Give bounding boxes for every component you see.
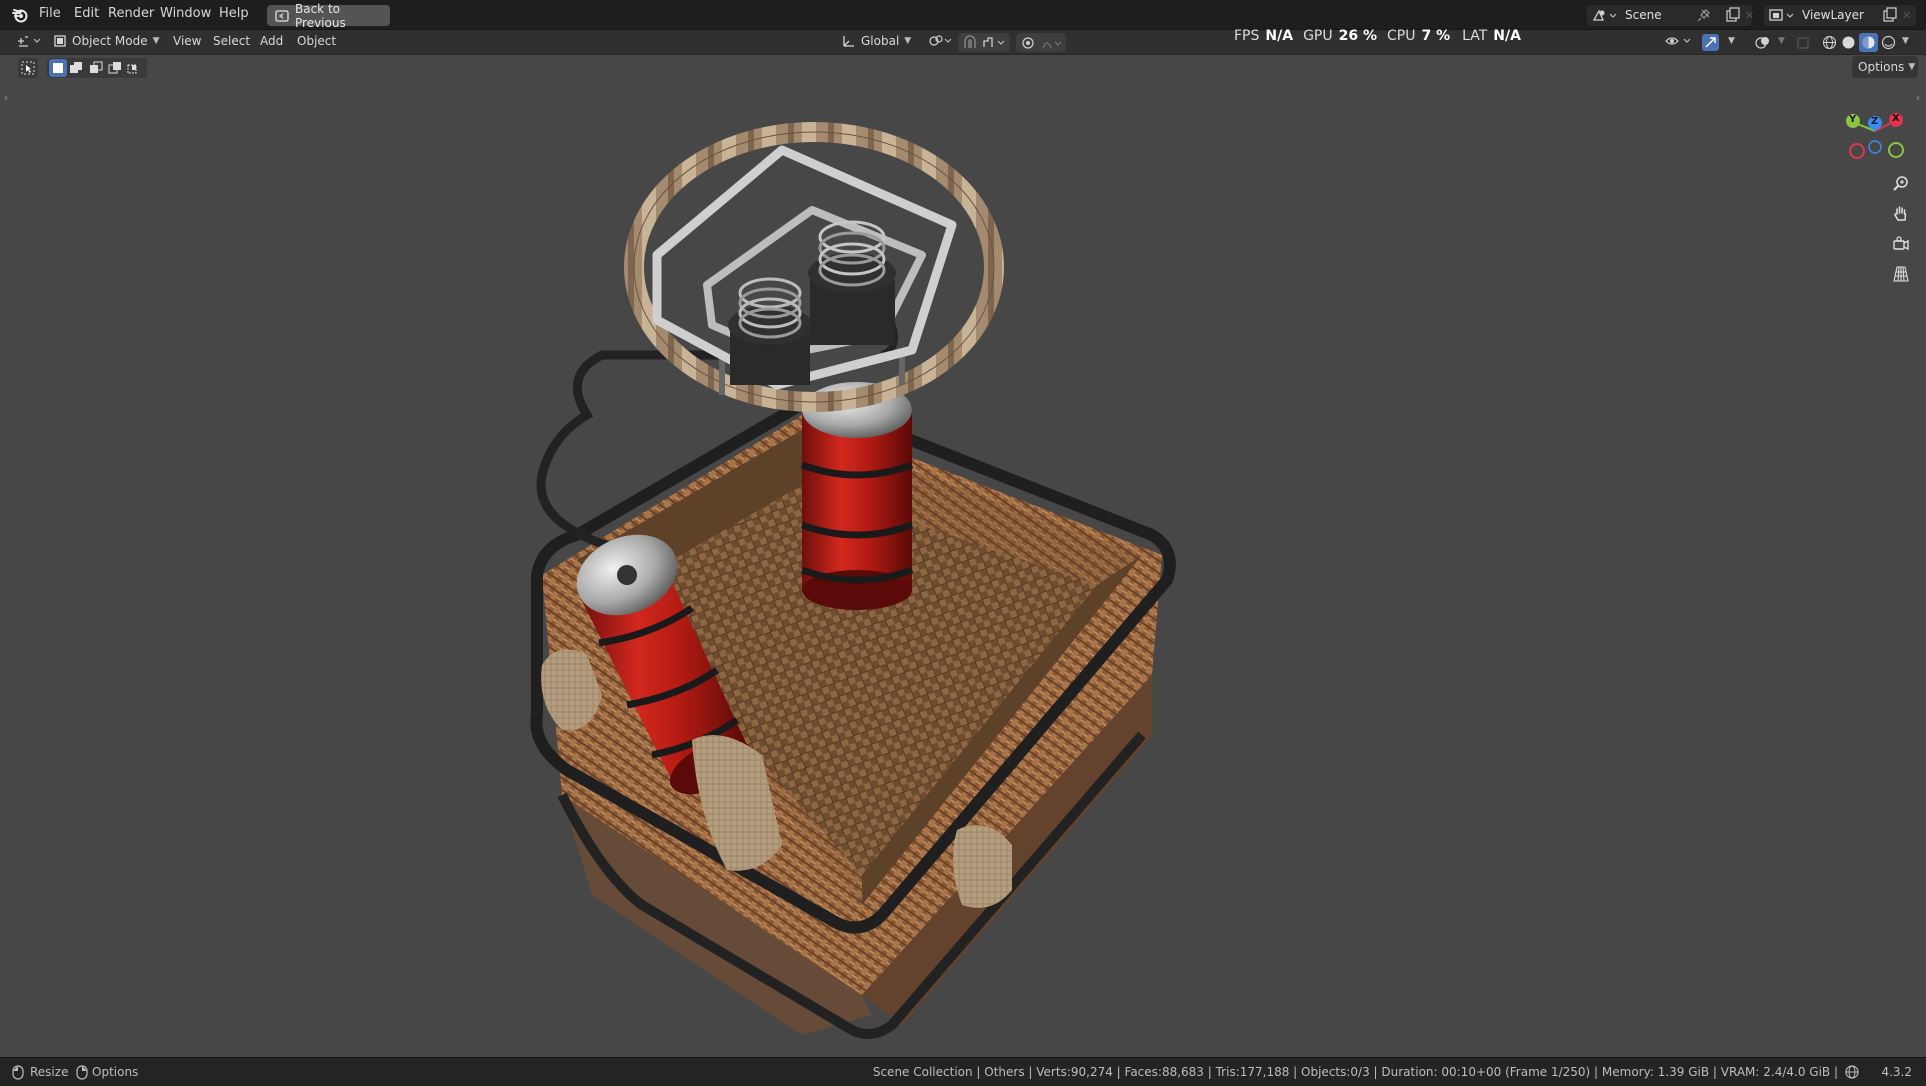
header-menu-select[interactable]: Select [213,34,250,48]
lat-label: LAT [1462,28,1488,44]
status-bar: Resize Options Scene Collection | Others… [0,1057,1926,1086]
xray-toggle-icon[interactable] [1796,36,1810,50]
snap-increment-icon[interactable] [982,35,1008,50]
pivot-icon [928,34,952,48]
object-mode-icon [53,34,67,48]
gpu-label: GPU [1303,28,1333,44]
cpu-label: CPU [1387,28,1416,44]
eye-selectability-icon [1665,34,1695,48]
options-hint: Options [92,1065,139,1079]
fps-value: N/A [1265,28,1294,44]
visibility-dropdown[interactable] [1665,34,1695,48]
fps-label: FPS [1234,28,1260,44]
menu-edit[interactable]: Edit [74,6,99,21]
blender-version: 4.3.2 [1881,1065,1912,1079]
scene-render [530,122,1176,1039]
transform-orientation-label: Global [861,34,900,48]
overlay-toggle-group: ▼ [1752,33,1792,52]
editor-type-dropdown[interactable] [16,34,42,48]
falloff-curve-icon[interactable] [1041,36,1063,50]
material-preview-icon[interactable] [1859,33,1878,52]
menu-render[interactable]: Render [108,6,154,21]
chevron-down-icon[interactable]: ▼ [1728,36,1735,46]
magnet-snap-icon[interactable] [962,35,978,50]
chevron-down-icon[interactable]: ▼ [1902,36,1909,46]
new-viewlayer-icon[interactable] [1882,7,1898,23]
menu-file[interactable]: File [39,6,61,21]
pivot-point-dropdown[interactable] [928,34,952,48]
viewlayer-name[interactable]: ViewLayer [1802,8,1864,22]
viewlayer-selector[interactable]: ViewLayer ✕ [1764,5,1916,26]
rendered-shading-icon[interactable] [1881,35,1896,50]
viewport-header: Object Mode ▼ View Select Add Object Glo… [0,30,1926,55]
resize-hint: Resize [30,1065,69,1079]
wireframe-shading-icon[interactable] [1822,35,1837,50]
snap-group [958,33,1010,52]
scene-icon [1591,8,1617,23]
chevron-down-icon[interactable]: ▼ [1778,36,1785,46]
lat-value: N/A [1493,28,1521,44]
shading-mode-group: ▼ [1818,33,1918,52]
scene-name[interactable]: Scene [1625,8,1662,22]
back-to-previous-label: Back to Previous [295,1,346,30]
header-menu-object[interactable]: Object [297,34,336,48]
proportional-edit-group [1016,33,1066,52]
proportional-edit-icon[interactable] [1021,36,1035,50]
axis-orientation-icon [842,34,856,48]
top-menu-bar: File Edit Render Window Help Back to Pre… [0,0,1926,30]
blender-logo-icon[interactable] [12,7,28,23]
scene-statistics: Scene Collection | Others | Verts:90,274… [872,1065,1838,1079]
editor-type-icon [16,34,42,48]
coil-burner-left [728,277,812,385]
3d-viewport[interactable]: Options ▼ › ‹ X Y Z [2,55,1922,1057]
transform-orientation-dropdown[interactable]: Global ▼ [842,34,911,48]
pin-icon[interactable] [1697,8,1711,22]
performance-overlay: FPS N/A GPU 26 % CPU 7 % LAT N/A [1234,28,1521,44]
coil-burner-right [808,220,896,345]
chevron-down-icon: ▼ [904,36,912,46]
gizmo-toggle-icon[interactable] [1702,34,1719,51]
mouse-right-icon [76,1065,88,1080]
chevron-down-icon: ▼ [152,36,160,46]
scene-selector[interactable]: Scene ✕ [1587,5,1754,26]
mode-dropdown[interactable]: Object Mode ▼ [53,34,160,48]
mouse-left-icon [12,1065,24,1080]
menu-window[interactable]: Window [160,6,211,21]
new-scene-icon[interactable] [1725,7,1741,23]
network-icon[interactable] [1844,1064,1860,1080]
gpu-value: 26 % [1338,28,1377,44]
overlays-icon[interactable] [1755,35,1771,50]
solid-shading-icon[interactable] [1841,35,1856,50]
delete-viewlayer-icon[interactable]: ✕ [1902,9,1911,22]
gizmo-toggle-group: ▼ [1700,33,1744,52]
menu-help[interactable]: Help [219,6,249,21]
screen-back-icon [275,9,289,22]
header-menu-view[interactable]: View [173,34,201,48]
cpu-value: 7 % [1421,28,1451,44]
mode-label: Object Mode [72,34,148,48]
viewlayer-icon [1768,8,1794,23]
delete-scene-icon[interactable]: ✕ [1745,9,1754,22]
back-to-previous-button[interactable]: Back to Previous [267,2,390,30]
header-menu-add[interactable]: Add [260,34,283,48]
